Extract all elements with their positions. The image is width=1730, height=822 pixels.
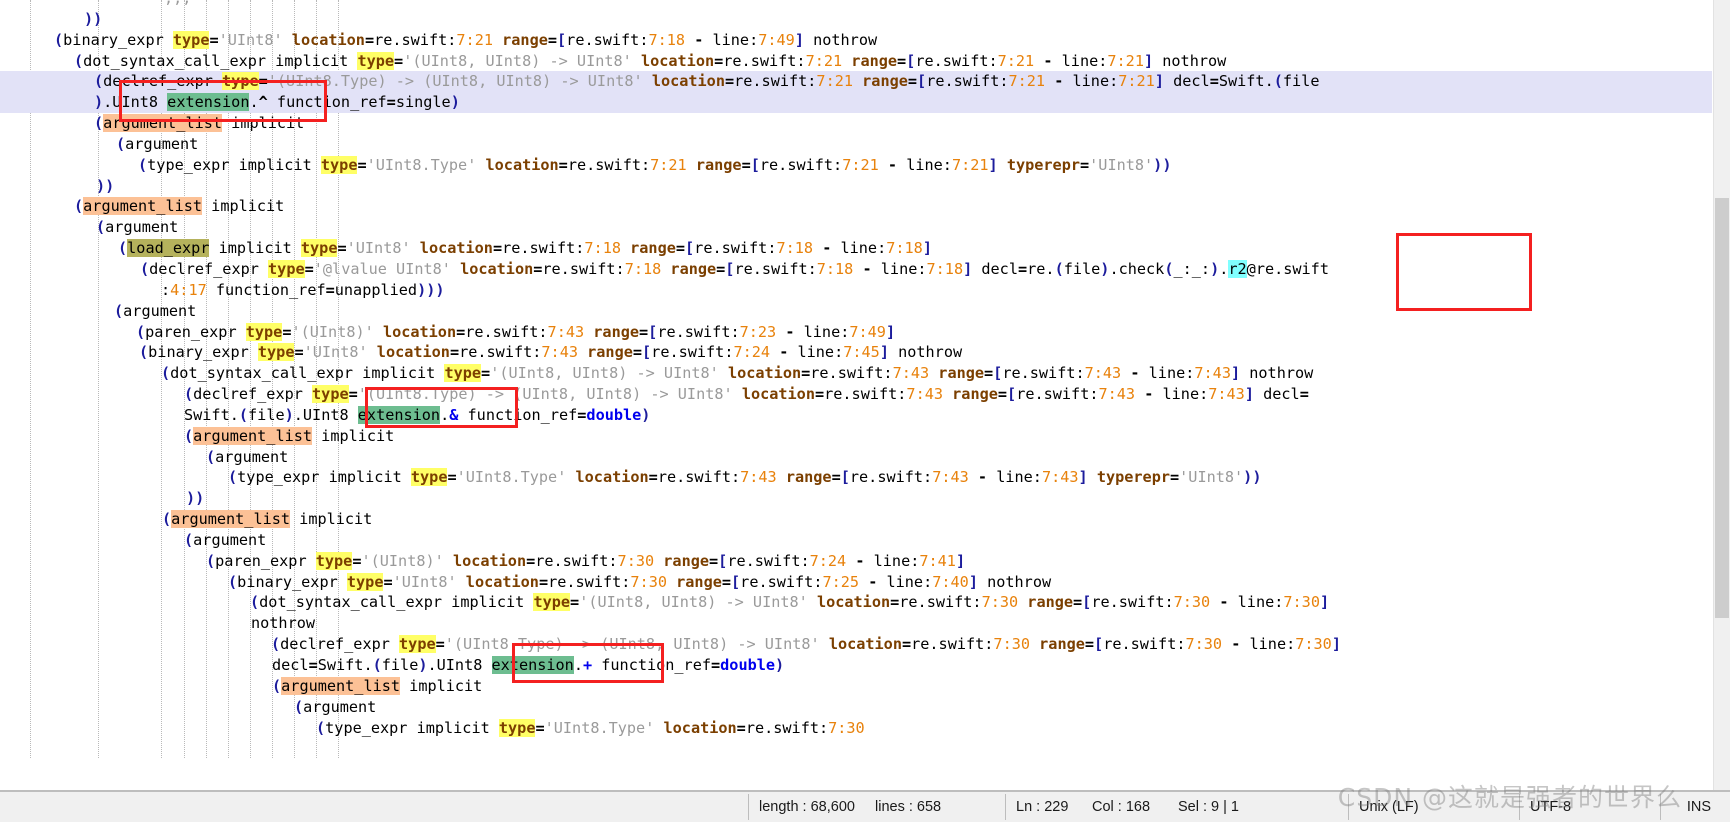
code-line[interactable]: (argument_list implicit: [0, 509, 1712, 530]
code-line[interactable]: (argument: [0, 447, 1712, 468]
code-line[interactable]: (argument_list implicit: [0, 426, 1712, 447]
status-column-number: Col : 168: [1092, 799, 1151, 815]
code-line[interactable]: ).UInt8 extension.^ function_ref=single): [0, 92, 1712, 114]
code-line[interactable]: (declref_expr type='(UInt8.Type) -> (UIn…: [0, 634, 1712, 655]
code-line-content: (declref_expr type='@lvalue UInt8' locat…: [140, 259, 1329, 278]
code-line[interactable]: (type_expr implicit type='UInt8.Type' lo…: [0, 467, 1712, 488]
code-line-content: (load_expr implicit type='UInt8' locatio…: [118, 239, 932, 258]
status-line-number: Ln : 229: [1016, 799, 1069, 815]
code-line-content: (argument_list implicit: [272, 676, 483, 695]
code-line-content: :4:17 function_ref=unapplied))): [161, 280, 445, 299]
code-line[interactable]: (paren_expr type='(UInt8)' location=re.s…: [0, 322, 1712, 343]
code-line-content: (argument_list implicit: [74, 197, 285, 216]
code-line[interactable]: Swift.(file).UInt8 extension.& function_…: [0, 405, 1712, 426]
code-line-content: (argument: [96, 218, 179, 237]
code-line-content: (argument: [116, 134, 199, 153]
code-line-content: (dot_syntax_call_expr implicit type='(UI…: [74, 51, 1227, 70]
code-line[interactable]: (binary_expr type='UInt8' location=re.sw…: [0, 572, 1712, 593]
code-line-content: nothrow: [251, 614, 316, 633]
status-doc-type: [0, 792, 748, 822]
code-line-content: (dot_syntax_call_expr implicit type='(UI…: [250, 593, 1330, 612]
code-line[interactable]: (dot_syntax_call_expr implicit type='(UI…: [0, 363, 1712, 384]
code-line[interactable]: )): [0, 488, 1712, 509]
status-lines: lines : 658: [875, 799, 942, 815]
code-line-content: (paren_expr type='(UInt8)' location=re.s…: [136, 322, 896, 341]
vertical-scrollbar-thumb[interactable]: [1715, 198, 1729, 618]
code-line[interactable]: (dot_syntax_call_expr implicit type='(UI…: [0, 592, 1712, 613]
code-line-content: decl=Swift.(file).UInt8 extension.+ func…: [272, 656, 785, 674]
code-line-content: (declref_expr type='(UInt8.Type) -> (UIn…: [184, 385, 1309, 404]
code-text-area[interactable]: ,,,)) (binary_expr type='UInt8' location=…: [0, 0, 1712, 738]
status-insert-mode[interactable]: INS: [1661, 792, 1721, 822]
code-line-content: )): [186, 489, 205, 508]
code-line[interactable]: nothrow: [0, 613, 1712, 634]
code-line[interactable]: (binary_expr type='UInt8' location=re.sw…: [0, 30, 1712, 51]
code-line-content: (type_expr implicit type='UInt8.Type' lo…: [316, 718, 865, 737]
code-line-content: ).UInt8 extension.^ function_ref=single): [94, 93, 460, 112]
status-eol-format[interactable]: Unix (LF): [1349, 792, 1519, 822]
code-line-content: (binary_expr type='UInt8' location=re.sw…: [54, 30, 878, 49]
code-line-content: (dot_syntax_call_expr implicit type='(UI…: [161, 364, 1314, 383]
code-line-content: (paren_expr type='(UInt8)' location=re.s…: [206, 551, 966, 570]
code-editor-pane[interactable]: ,,,)) (binary_expr type='UInt8' location=…: [0, 0, 1730, 790]
code-line[interactable]: )): [0, 9, 1712, 30]
code-line-content: (type_expr implicit type='UInt8.Type' lo…: [228, 468, 1262, 487]
code-line[interactable]: (argument_list implicit: [0, 113, 1712, 134]
code-line[interactable]: (type_expr implicit type='UInt8.Type' lo…: [0, 718, 1712, 739]
code-line-content: (argument: [184, 530, 267, 549]
code-line[interactable]: :4:17 function_ref=unapplied))): [0, 280, 1712, 301]
status-bar: length : 68,600 lines : 658 Ln : 229 Col…: [0, 790, 1730, 822]
code-line[interactable]: (argument: [0, 134, 1712, 155]
code-line-content: (type_expr implicit type='UInt8.Type' lo…: [138, 155, 1172, 174]
status-length: length : 68,600: [759, 799, 855, 815]
code-line[interactable]: ,,,: [0, 0, 1712, 9]
vertical-scrollbar[interactable]: [1713, 0, 1730, 790]
status-selection: Sel : 9 | 1: [1178, 799, 1239, 815]
code-line[interactable]: (paren_expr type='(UInt8)' location=re.s…: [0, 551, 1712, 572]
code-line-content: (argument_list implicit: [184, 426, 395, 445]
code-line-content: (binary_expr type='UInt8' location=re.sw…: [228, 572, 1052, 591]
code-line[interactable]: (argument_list implicit: [0, 196, 1712, 217]
code-line-content: ,,,: [6, 0, 191, 7]
code-line-content: (argument: [294, 697, 377, 716]
code-line[interactable]: (argument: [0, 301, 1712, 322]
code-line[interactable]: (declref_expr type='@lvalue UInt8' locat…: [0, 259, 1712, 280]
code-line[interactable]: (declref_expr type='(UInt8.Type) -> (UIn…: [0, 384, 1712, 405]
status-encoding[interactable]: UTF-8: [1520, 792, 1660, 822]
code-line[interactable]: (load_expr implicit type='UInt8' locatio…: [0, 238, 1712, 259]
code-line[interactable]: (type_expr implicit type='UInt8.Type' lo…: [0, 155, 1712, 176]
code-line-content: (binary_expr type='UInt8' location=re.sw…: [139, 343, 963, 362]
code-line[interactable]: (binary_expr type='UInt8' location=re.sw…: [0, 342, 1712, 363]
editor-window: ,,,)) (binary_expr type='UInt8' location=…: [0, 0, 1730, 822]
code-line[interactable]: (declref_expr type='(UInt8.Type) -> (UIn…: [0, 71, 1712, 93]
code-line[interactable]: (argument: [0, 530, 1712, 551]
code-line-content: (declref_expr type='(UInt8.Type) -> (UIn…: [271, 635, 1341, 654]
code-line-content: (argument: [206, 447, 289, 466]
code-line-content: Swift.(file).UInt8 extension.& function_…: [184, 405, 651, 424]
code-line[interactable]: (dot_syntax_call_expr implicit type='(UI…: [0, 51, 1712, 72]
code-line-content: (argument: [114, 301, 197, 320]
code-line-content: (argument_list implicit: [94, 114, 305, 133]
code-line[interactable]: )): [0, 176, 1712, 197]
code-line[interactable]: (argument: [0, 217, 1712, 238]
code-line[interactable]: (argument_list implicit: [0, 676, 1712, 697]
code-line[interactable]: (argument: [0, 697, 1712, 718]
code-line-content: )): [84, 9, 103, 28]
code-line[interactable]: decl=Swift.(file).UInt8 extension.+ func…: [0, 655, 1712, 676]
code-line-content: )): [96, 176, 115, 195]
code-line-content: (declref_expr type='(UInt8.Type) -> (UIn…: [94, 72, 1320, 91]
code-line-content: (argument_list implicit: [162, 510, 373, 529]
